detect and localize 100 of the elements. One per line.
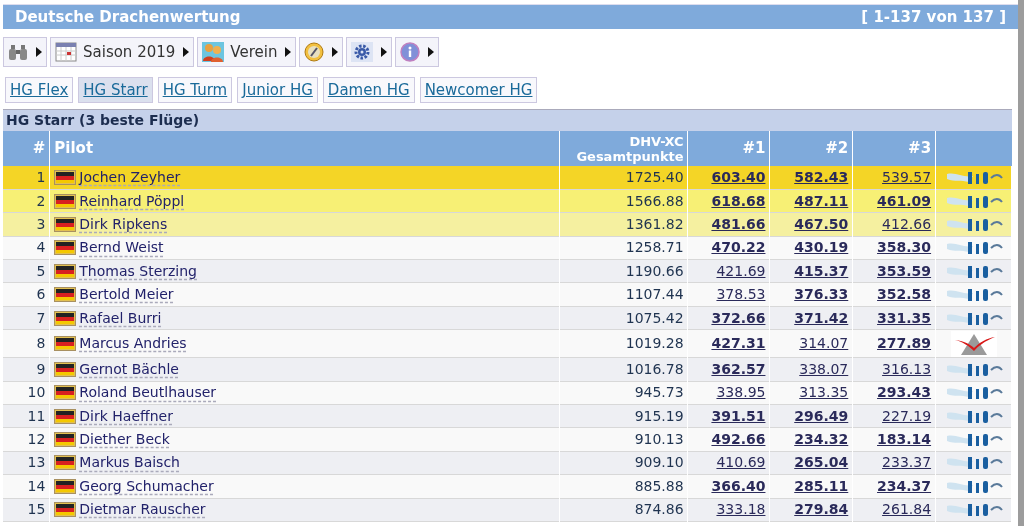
- tab[interactable]: HG Flex: [5, 77, 74, 103]
- flight-score-link[interactable]: 331.35: [877, 309, 932, 326]
- flight-score-link[interactable]: 358.30: [877, 239, 932, 256]
- pilot-link[interactable]: Dietmar Rauscher: [79, 499, 206, 521]
- flag-icon: [54, 193, 77, 209]
- flight-score-link[interactable]: 352.58: [877, 286, 932, 303]
- rank-cell: 14: [3, 474, 50, 499]
- flight-score-link[interactable]: 582.43: [794, 168, 849, 185]
- toolbar-label: Verein: [230, 41, 278, 63]
- page-title: Deutsche Drachenwertung: [15, 6, 241, 28]
- caret-icon: [381, 47, 388, 57]
- toolbar-button[interactable]: Saison 2019: [50, 37, 195, 67]
- rank-cell: 9: [3, 357, 50, 382]
- column-header: Pilot: [49, 131, 560, 166]
- flight-score-link[interactable]: 314.07: [799, 335, 849, 352]
- total-points-cell: 915.19: [559, 404, 688, 428]
- flight-score-link[interactable]: 362.57: [711, 360, 766, 377]
- flight-score-link[interactable]: 313.35: [799, 384, 849, 401]
- pilot-link[interactable]: Markus Baisch: [79, 452, 180, 474]
- column-header: DHV-XC Gesamtpunkte: [559, 131, 688, 166]
- toolbar-button[interactable]: [395, 37, 440, 67]
- flight-score-link[interactable]: 412.66: [882, 215, 932, 232]
- flight-score-link[interactable]: 293.43: [877, 384, 932, 401]
- flight-score-link[interactable]: 487.11: [794, 192, 849, 209]
- flight-score-link[interactable]: 372.66: [711, 309, 766, 326]
- flag-icon: [54, 310, 77, 326]
- flight-score-link[interactable]: 333.18: [716, 501, 766, 518]
- caret-icon: [36, 47, 42, 57]
- tab[interactable]: Damen HG: [322, 77, 415, 103]
- flight-score-link[interactable]: 234.32: [794, 431, 849, 448]
- total-points-cell: 885.88: [559, 474, 688, 499]
- rank-cell: 2: [3, 189, 50, 213]
- people-icon: [202, 42, 225, 62]
- flight-score-link[interactable]: 415.37: [794, 262, 849, 279]
- toolbar-button[interactable]: [299, 37, 344, 67]
- flight-score-link[interactable]: 421.69: [716, 262, 766, 279]
- flight-score-link[interactable]: 277.89: [877, 335, 932, 352]
- flight-score-link[interactable]: 233.37: [882, 454, 932, 471]
- flight-score-link[interactable]: 618.68: [711, 192, 766, 209]
- pilot-link[interactable]: Reinhard Pöppl: [79, 190, 185, 212]
- pilot-link[interactable]: Marcus Andries: [79, 333, 187, 355]
- column-header: #2: [769, 131, 853, 166]
- flight-score-link[interactable]: 376.33: [794, 286, 849, 303]
- flight-score-link[interactable]: 467.50: [794, 215, 849, 232]
- pilot-link[interactable]: Gernot Bächle: [79, 358, 179, 380]
- rank-cell: 13: [3, 451, 50, 475]
- flight-score-link[interactable]: 430.19: [794, 239, 849, 256]
- flight-score-link[interactable]: 234.37: [877, 477, 932, 494]
- flight-score-link[interactable]: 279.84: [794, 501, 849, 518]
- flight-score-link[interactable]: 338.07: [799, 360, 849, 377]
- tab[interactable]: Junior HG: [237, 77, 318, 103]
- tab[interactable]: HG Starr: [78, 77, 153, 103]
- pilot-link[interactable]: Dirk Haeffner: [79, 405, 173, 427]
- flight-score-link[interactable]: 183.14: [877, 431, 932, 448]
- pilot-link[interactable]: Jochen Zeyher: [79, 166, 181, 188]
- tab[interactable]: Newcomer HG: [419, 77, 538, 103]
- flight-score-link[interactable]: 470.22: [711, 239, 766, 256]
- flight-score-link[interactable]: 285.11: [794, 477, 849, 494]
- total-points-cell: 1190.66: [559, 259, 688, 283]
- pilot-link[interactable]: Georg Schumacher: [79, 475, 214, 497]
- flag-icon: [54, 169, 77, 185]
- pilot-link[interactable]: Bernd Weist: [79, 237, 164, 259]
- toolbar-button[interactable]: [346, 37, 393, 67]
- total-points-cell: 1019.28: [559, 329, 688, 358]
- pilot-link[interactable]: Dirk Ripkens: [79, 213, 168, 235]
- flight-score-link[interactable]: 227.19: [882, 407, 932, 424]
- flag-icon: [54, 240, 77, 256]
- toolbar-button[interactable]: Verein: [197, 37, 297, 67]
- flag-icon: [54, 478, 77, 494]
- pilot-link[interactable]: Roland Beutlhauser: [79, 382, 217, 404]
- flight-score-link[interactable]: 353.59: [877, 262, 932, 279]
- pilot-link[interactable]: Rafael Burri: [79, 307, 162, 329]
- total-points-cell: 910.13: [559, 427, 688, 452]
- pilot-link[interactable]: Diether Beck: [79, 429, 170, 451]
- scrollbar[interactable]: [1018, 0, 1024, 526]
- flight-score-link[interactable]: 378.53: [716, 286, 766, 303]
- flight-score-link[interactable]: 410.69: [716, 454, 766, 471]
- section-title: HG Starr (3 beste Flüge): [6, 111, 200, 130]
- toolbar-label: Saison 2019: [83, 41, 176, 63]
- toolbar-button[interactable]: [3, 37, 47, 67]
- flight-score-link[interactable]: 481.66: [711, 215, 766, 232]
- settings-icon: [351, 42, 374, 62]
- flight-score-link[interactable]: 371.42: [794, 309, 849, 326]
- flight-score-link[interactable]: 265.04: [794, 454, 849, 471]
- flight-score-link[interactable]: 338.95: [716, 384, 766, 401]
- tab[interactable]: HG Turm: [157, 77, 233, 103]
- flight-score-link[interactable]: 261.84: [882, 501, 932, 518]
- flight-score-link[interactable]: 603.40: [711, 168, 766, 185]
- pilot-link[interactable]: Bertold Meier: [79, 284, 174, 306]
- flight-score-link[interactable]: 366.40: [711, 477, 766, 494]
- flag-icon: [54, 361, 77, 377]
- flight-score-link[interactable]: 391.51: [711, 407, 766, 424]
- flight-score-link[interactable]: 427.31: [711, 335, 766, 352]
- flight-score-link[interactable]: 492.66: [711, 431, 766, 448]
- flight-score-link[interactable]: 316.13: [882, 360, 932, 377]
- flight-score-link[interactable]: 296.49: [794, 407, 849, 424]
- caret-icon: [183, 47, 190, 57]
- flight-score-link[interactable]: 461.09: [877, 192, 932, 209]
- pilot-link[interactable]: Thomas Sterzing: [79, 260, 197, 282]
- flight-score-link[interactable]: 539.57: [882, 168, 932, 185]
